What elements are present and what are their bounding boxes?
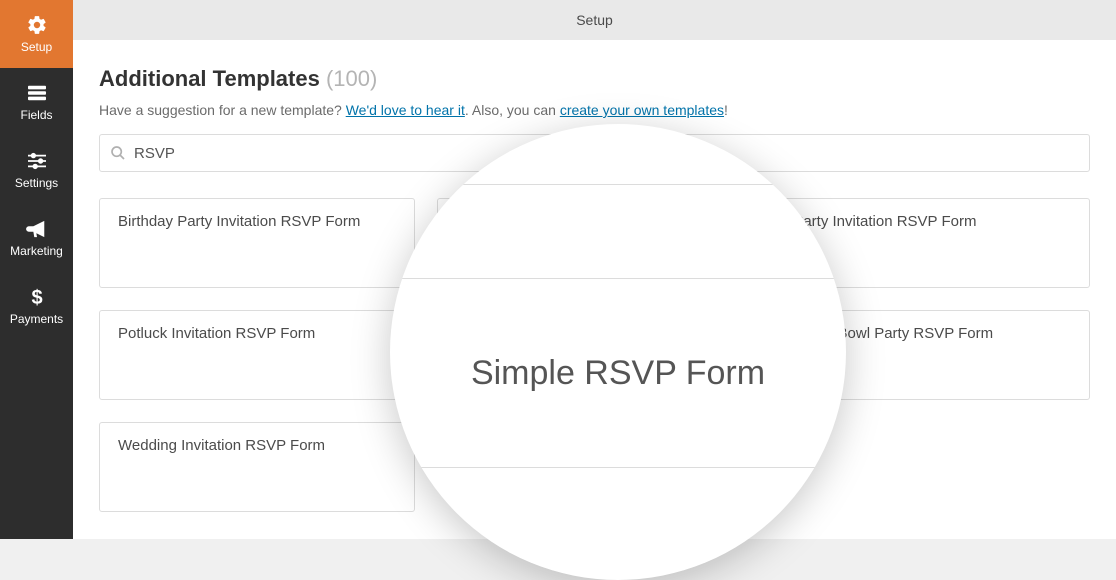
subtitle-text: . Also, you can [465, 102, 560, 118]
sidebar-item-label: Setup [21, 40, 52, 54]
gear-icon [26, 14, 48, 36]
template-card-label: Wedding Invitation RSVP Form [118, 437, 325, 454]
template-grid: Birthday Party Invitation RSVP Form Part… [99, 198, 1090, 512]
search-icon [110, 145, 126, 161]
sidebar-item-fields[interactable]: Fields [0, 68, 73, 136]
topbar-title: Setup [576, 12, 613, 28]
page-title-text: Additional Templates [99, 66, 326, 91]
template-card-label: Party Invitation RSVP Form [793, 213, 976, 230]
sidebar: Setup Fields Settings Marketing $ Paymen… [0, 0, 73, 539]
subtitle: Have a suggestion for a new template? We… [99, 102, 1090, 118]
sidebar-item-setup[interactable]: Setup [0, 0, 73, 68]
template-card[interactable]: Simple RSVP Form [437, 310, 753, 400]
template-card-label: Birthday Party Invitation RSVP Form [118, 213, 360, 230]
template-count: (100) [326, 66, 377, 91]
sliders-icon [26, 150, 48, 172]
subtitle-text: ! [724, 102, 728, 118]
create-templates-link[interactable]: create your own templates [560, 102, 724, 118]
suggestion-link[interactable]: We'd love to hear it [346, 102, 465, 118]
template-card-label: Super Bowl Party RSVP Form [793, 325, 993, 342]
topbar: Setup [73, 0, 1116, 40]
template-card[interactable]: Wedding Invitation RSVP Form [99, 422, 415, 512]
template-card[interactable]: Birthday Party Invitation RSVP Form [99, 198, 415, 288]
sidebar-item-label: Fields [20, 108, 52, 122]
sidebar-item-payments[interactable]: $ Payments [0, 272, 73, 340]
template-card-label: Potluck Invitation RSVP Form [118, 325, 315, 342]
search-box[interactable] [99, 134, 1090, 172]
sidebar-item-label: Payments [10, 312, 63, 326]
fields-icon [26, 82, 48, 104]
sidebar-item-label: Settings [15, 176, 58, 190]
dollar-icon: $ [30, 286, 44, 308]
template-card-label: Simple RSVP Form [456, 325, 586, 342]
page-title: Additional Templates (100) [99, 66, 1090, 92]
svg-text:$: $ [31, 287, 42, 308]
template-card[interactable] [437, 198, 753, 288]
main-area: Setup Additional Templates (100) Have a … [73, 0, 1116, 539]
sidebar-item-settings[interactable]: Settings [0, 136, 73, 204]
bullhorn-icon [26, 218, 48, 240]
sidebar-item-label: Marketing [10, 244, 63, 258]
template-card[interactable]: Super Bowl Party RSVP Form [774, 310, 1090, 400]
template-card[interactable]: Potluck Invitation RSVP Form [99, 310, 415, 400]
template-card[interactable]: Party Invitation RSVP Form [774, 198, 1090, 288]
content-panel: Additional Templates (100) Have a sugges… [73, 40, 1116, 539]
subtitle-text: Have a suggestion for a new template? [99, 102, 346, 118]
sidebar-item-marketing[interactable]: Marketing [0, 204, 73, 272]
search-input[interactable] [134, 145, 1079, 162]
